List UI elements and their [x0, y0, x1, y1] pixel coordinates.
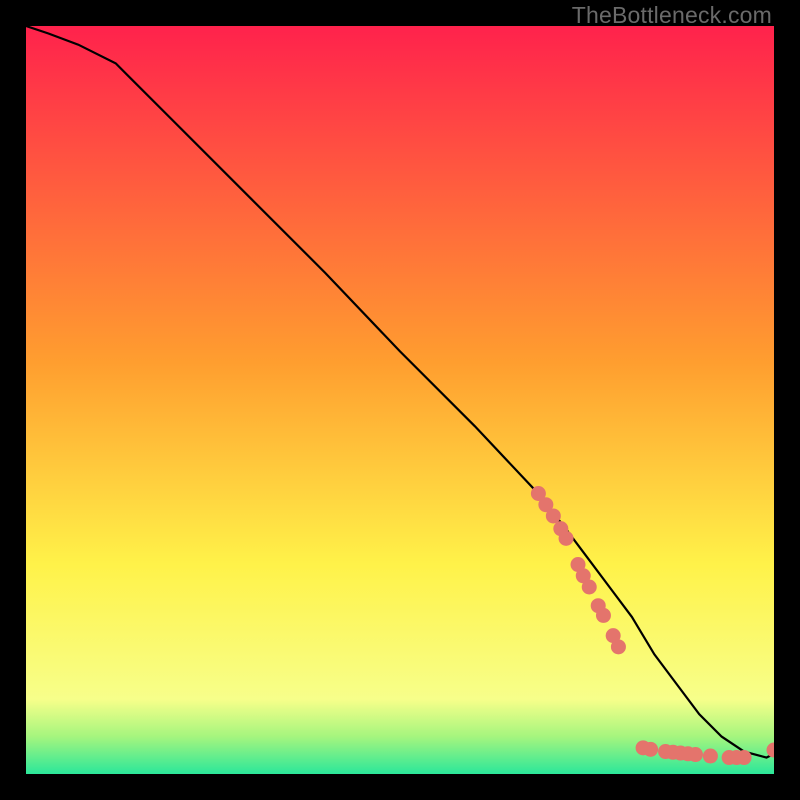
watermark-text: TheBottleneck.com: [572, 2, 772, 29]
sample-point: [737, 750, 752, 765]
sample-point: [582, 580, 597, 595]
gradient-background: [26, 26, 774, 774]
plot-area: [26, 26, 774, 774]
sample-point: [643, 742, 658, 757]
sample-point: [546, 508, 561, 523]
sample-point: [596, 608, 611, 623]
chart-svg: [26, 26, 774, 774]
chart-stage: TheBottleneck.com: [0, 0, 800, 800]
sample-point: [559, 531, 574, 546]
sample-point: [611, 639, 626, 654]
sample-point: [688, 747, 703, 762]
sample-point: [703, 749, 718, 764]
